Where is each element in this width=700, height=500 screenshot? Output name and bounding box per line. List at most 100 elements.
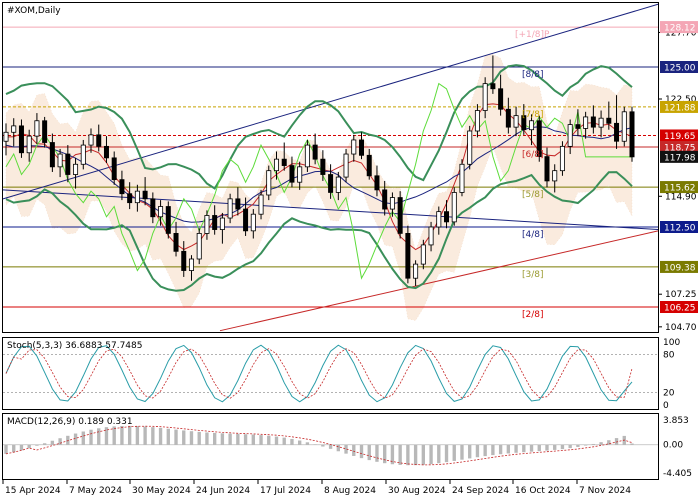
candle-body (235, 198, 241, 210)
candle-body (405, 232, 411, 279)
candle-body (575, 124, 581, 129)
candle-body (366, 154, 372, 177)
chart-title: #XOM,Daily (7, 6, 61, 16)
candle-body (413, 263, 419, 279)
candle-body (490, 83, 496, 90)
candle-body (459, 163, 465, 193)
candle-body (26, 135, 32, 154)
candle-body (65, 153, 71, 175)
macd-label: MACD(12,26,9) 0.189 0.331 (7, 417, 133, 427)
murrey-label: [8/8] (522, 70, 544, 80)
candle-body (389, 197, 395, 210)
candle-body (273, 158, 279, 172)
x-tick-label: 30 May 2024 (132, 486, 191, 496)
candle-body (590, 116, 596, 128)
candle-body (73, 163, 79, 175)
candle-body (629, 111, 635, 158)
chart-root: [+1/8]P [8/8] [7/8] [6/8] [5/8] [4/8] [3/8] [2/… (0, 0, 700, 500)
stoch-tick-label: 80 (663, 351, 675, 361)
candle-body (57, 153, 63, 168)
stoch-tick-label: 0 (663, 401, 669, 411)
candle-body (96, 134, 102, 147)
candle-body (559, 145, 565, 172)
candle-body (359, 139, 365, 156)
stoch-tick-label: 20 (663, 388, 675, 398)
murrey-label: [2/8] (522, 310, 544, 320)
candle-body (3, 131, 9, 142)
candle-body (196, 232, 202, 260)
murrey-label: [6/8] (522, 150, 544, 160)
candle-body (49, 142, 55, 168)
candle-body (103, 145, 109, 159)
x-tick-label: 8 Aug 2024 (324, 486, 376, 496)
price-badge-label: 112.50 (664, 224, 696, 234)
candle-body (204, 215, 210, 234)
murrey-label: [7/8] (522, 110, 544, 120)
candle-body (444, 211, 450, 223)
candle-body (258, 194, 264, 215)
candle-body (289, 165, 295, 183)
murrey-label: [4/8] (522, 230, 544, 240)
candle-body (250, 213, 256, 232)
x-tick-label: 24 Sep 2024 (452, 486, 509, 496)
candle-body (80, 144, 86, 165)
candle-body (119, 179, 125, 195)
candle-body (420, 244, 426, 265)
price-chart[interactable]: [+1/8]P [8/8] [7/8] [6/8] [5/8] [4/8] [3/8] [2/… (0, 0, 700, 500)
x-tick-label: 30 Aug 2024 (388, 486, 446, 496)
x-tick-label: 7 Nov 2024 (579, 486, 631, 496)
candle-body (127, 193, 133, 204)
candle-body (328, 174, 334, 193)
macd-tick-label: -4.405 (663, 469, 692, 479)
x-tick-label: 17 Jul 2024 (260, 486, 311, 496)
candle-body (513, 115, 519, 128)
candle-body (188, 258, 194, 271)
stoch-label: Stoch(5,3,3) 36.6883 57.7485 (7, 341, 142, 351)
price-badge-label: 121.88 (664, 103, 696, 113)
candle-body (320, 158, 326, 175)
macd-tick-label: 0.00 (663, 441, 683, 451)
candle-body (529, 120, 535, 131)
candle-body (428, 226, 434, 246)
candle-body (88, 134, 94, 146)
candle-body (467, 130, 473, 165)
candle-body (374, 175, 380, 191)
price-badge-label: 117.98 (664, 153, 696, 163)
candle-body (111, 157, 117, 181)
murrey-label: [3/8] (522, 270, 544, 280)
x-tick-label: 16 Oct 2024 (515, 486, 571, 496)
murrey-label: [+1/8]P (515, 30, 550, 40)
candle-body (158, 206, 164, 218)
stoch-tick-label: 100 (663, 338, 680, 348)
candle-body (219, 217, 225, 230)
price-badge-label: 106.25 (664, 304, 696, 314)
candle-body (297, 166, 303, 183)
candle-body (312, 144, 318, 160)
candle-body (397, 197, 403, 234)
candle-body (181, 250, 187, 271)
x-tick-label: 15 Apr 2024 (5, 486, 61, 496)
candle-body (598, 117, 604, 128)
price-badge-label: 119.65 (664, 132, 696, 142)
candle-body (621, 111, 627, 142)
candle-body (134, 190, 140, 204)
candle-body (451, 192, 457, 223)
candle-body (42, 120, 48, 143)
candle-body (212, 215, 218, 230)
y-tick-label: 104.70 (665, 323, 697, 333)
y-tick-label: 114.90 (665, 192, 697, 202)
candle-body (343, 153, 349, 178)
candle-body (150, 198, 156, 218)
x-tick-label: 7 May 2024 (69, 486, 122, 496)
price-badge-label: 115.62 (664, 184, 696, 194)
candle-body (266, 170, 272, 196)
candle-body (382, 189, 388, 210)
candle-body (482, 83, 488, 111)
candle-body (614, 122, 620, 142)
candle-body (227, 198, 233, 219)
candle-body (498, 88, 504, 110)
y-tick-label: 107.25 (665, 290, 697, 300)
candle-body (552, 170, 558, 182)
candle-body (304, 144, 310, 168)
candle-body (583, 116, 589, 129)
